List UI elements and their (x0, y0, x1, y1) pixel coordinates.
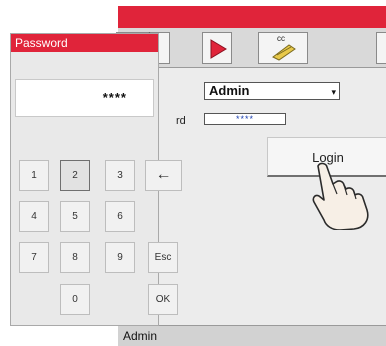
status-bar: Admin (118, 325, 386, 346)
esc-key[interactable]: Esc (148, 242, 178, 273)
key-9[interactable]: 9 (105, 242, 135, 273)
key-5[interactable]: 5 (60, 201, 90, 232)
password-dialog: Password **** 1 2 3 ← 4 5 6 7 8 9 Esc 0 … (10, 33, 182, 326)
chevron-down-icon[interactable]: ▾ (331, 84, 336, 100)
play-button[interactable] (202, 32, 232, 64)
password-display: **** (15, 79, 154, 117)
user-select[interactable]: Admin ▾ (204, 82, 340, 100)
play-icon (210, 39, 227, 59)
cc-label: cc (277, 34, 285, 43)
dialog-title: Password (11, 34, 158, 52)
password-field[interactable]: **** (204, 113, 286, 125)
key-7[interactable]: 7 (19, 242, 49, 273)
cc-clip-icon (272, 44, 296, 61)
backspace-key[interactable]: ← (145, 160, 182, 191)
key-6[interactable]: 6 (105, 201, 135, 232)
toolbar-button-edge[interactable] (376, 32, 386, 64)
ok-key[interactable]: OK (148, 284, 178, 315)
cc-button[interactable]: cc (258, 32, 308, 64)
hand-pointer-icon (312, 162, 369, 230)
app-titlebar (118, 6, 386, 28)
password-label: rd (176, 115, 186, 127)
key-3[interactable]: 3 (105, 160, 135, 191)
key-4[interactable]: 4 (19, 201, 49, 232)
key-1[interactable]: 1 (19, 160, 49, 191)
user-select-value: Admin (209, 83, 250, 98)
key-2[interactable]: 2 (60, 160, 90, 191)
key-8[interactable]: 8 (60, 242, 90, 273)
key-0[interactable]: 0 (60, 284, 90, 315)
